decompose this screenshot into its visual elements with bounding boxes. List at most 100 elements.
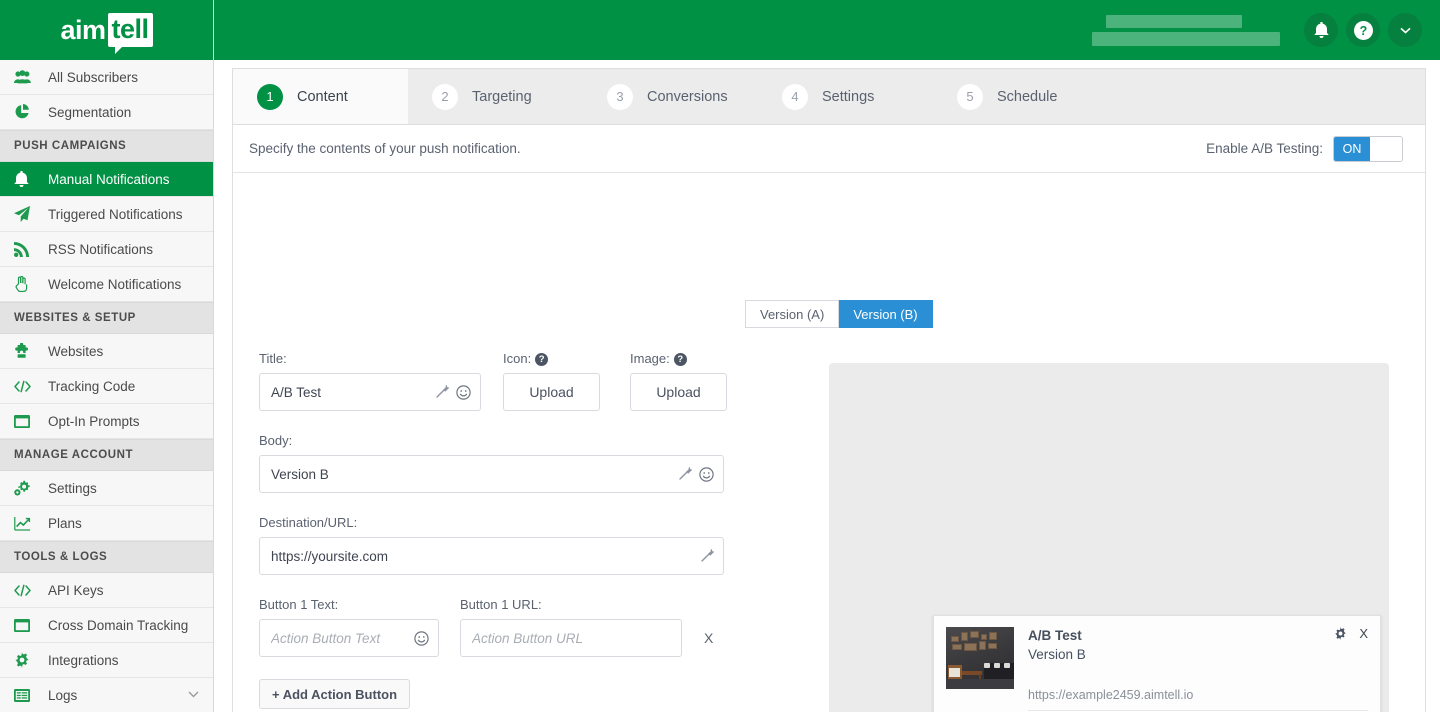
add-action-button[interactable]: + Add Action Button	[259, 679, 410, 709]
button1-url-input[interactable]	[461, 620, 681, 656]
sidebar-item-settings[interactable]: Settings	[0, 471, 213, 506]
preview-divider	[1028, 710, 1368, 711]
close-icon[interactable]: X	[1359, 626, 1368, 641]
magic-wand-icon[interactable]	[700, 549, 714, 563]
help-icon[interactable]: ?	[535, 353, 548, 366]
content-form: Title: Icon:? Upload	[259, 351, 779, 709]
tab-conversions[interactable]: 3 Conversions	[583, 69, 758, 124]
image-label: Image:?	[630, 351, 757, 366]
account-menu-button[interactable]	[1388, 13, 1422, 47]
title-field[interactable]	[259, 373, 481, 411]
gear-icon[interactable]	[1334, 627, 1347, 640]
button1-url-field[interactable]	[460, 619, 682, 657]
sidebar-item-websites[interactable]: Websites	[0, 334, 213, 369]
tab-settings[interactable]: 4 Settings	[758, 69, 933, 124]
notification-preview: X	[829, 363, 1389, 712]
tab-version-a[interactable]: Version (A)	[745, 300, 839, 328]
sidebar-item-label: Logs	[48, 688, 77, 703]
step-number: 5	[957, 84, 983, 110]
preview-notification-body: Version B	[1028, 645, 1368, 664]
icon-label: Icon:?	[503, 351, 630, 366]
preview-notification-card[interactable]: X	[933, 615, 1381, 712]
sidebar-item-label: Manual Notifications	[48, 172, 170, 187]
title-icon-image-row: Title: Icon:? Upload	[259, 351, 779, 411]
instruction-bar: Specify the contents of your push notifi…	[233, 125, 1425, 173]
step-number: 1	[257, 84, 283, 110]
notifications-button[interactable]	[1304, 13, 1338, 47]
sidebar-section-tools-logs: TOOLS & LOGS	[0, 541, 213, 573]
sidebar-item-label: Cross Domain Tracking	[48, 618, 188, 633]
sidebar-item-triggered-notifications[interactable]: Triggered Notifications	[0, 197, 213, 232]
sidebar-item-label: Plans	[48, 516, 82, 531]
emoji-icon[interactable]	[414, 631, 429, 646]
button1-url-group: Button 1 URL:	[460, 597, 682, 657]
sidebar-item-label: Settings	[48, 481, 97, 496]
ab-testing-label: Enable A/B Testing:	[1206, 141, 1323, 156]
step-number: 4	[782, 84, 808, 110]
window-icon	[14, 619, 38, 632]
button1-text-label: Button 1 Text:	[259, 597, 439, 612]
step-label: Schedule	[997, 89, 1057, 105]
tab-version-b[interactable]: Version (B)	[839, 300, 932, 328]
button1-text-group: Button 1 Text:	[259, 597, 439, 657]
sidebar-item-label: Tracking Code	[48, 379, 135, 394]
step-label: Settings	[822, 89, 874, 105]
emoji-icon[interactable]	[699, 467, 714, 482]
image-upload-button[interactable]: Upload	[630, 373, 727, 411]
sidebar-item-integrations[interactable]: Integrations	[0, 643, 213, 678]
logo-mark: aim tell	[60, 13, 152, 47]
brand-logo[interactable]: aim tell	[0, 0, 213, 60]
button1-text-field[interactable]	[259, 619, 439, 657]
top-bar: ?	[214, 0, 1440, 60]
sidebar-item-label: All Subscribers	[48, 70, 138, 85]
chevron-down-icon[interactable]	[188, 689, 199, 701]
url-field-icons	[700, 538, 714, 574]
sidebar-item-logs[interactable]: Logs	[0, 678, 213, 712]
sidebar-item-cross-domain-tracking[interactable]: Cross Domain Tracking	[0, 608, 213, 643]
ab-testing-control: Enable A/B Testing: ON	[1206, 136, 1403, 162]
content-body: Version (A) Version (B) Title:	[233, 173, 1425, 712]
destination-url-group: Destination/URL:	[259, 515, 724, 575]
users-icon	[14, 70, 38, 84]
sidebar-item-label: Triggered Notifications	[48, 207, 183, 222]
body-input[interactable]	[260, 456, 723, 492]
sidebar-item-opt-in-prompts[interactable]: Opt-In Prompts	[0, 404, 213, 439]
magic-wand-icon[interactable]	[435, 385, 449, 399]
sidebar-item-label: Segmentation	[48, 105, 131, 120]
emoji-icon[interactable]	[456, 385, 471, 400]
destination-url-input[interactable]	[260, 538, 723, 574]
body-field[interactable]	[259, 455, 724, 493]
sidebar-item-welcome-notifications[interactable]: Welcome Notifications	[0, 267, 213, 302]
main-area: ? 1 Content 2 Targeting 3 Conversions	[214, 0, 1440, 712]
bell-icon	[1314, 22, 1329, 38]
sidebar-item-all-subscribers[interactable]: All Subscribers	[0, 60, 213, 95]
remove-action-button[interactable]: X	[704, 630, 713, 646]
question-circle-icon: ?	[1354, 21, 1373, 40]
help-icon[interactable]: ?	[674, 353, 687, 366]
destination-url-field[interactable]	[259, 537, 724, 575]
tab-content[interactable]: 1 Content	[233, 69, 408, 124]
sidebar-item-manual-notifications[interactable]: Manual Notifications	[0, 162, 213, 197]
step-number: 3	[607, 84, 633, 110]
list-icon	[14, 689, 38, 702]
ab-testing-toggle[interactable]: ON	[1333, 136, 1403, 162]
magic-wand-icon[interactable]	[678, 467, 692, 481]
button1-text-input[interactable]	[260, 620, 438, 656]
chevron-down-icon	[1400, 27, 1411, 34]
preview-notification-text: A/B Test Version B https://example2459.a…	[1028, 627, 1368, 711]
sidebar-item-segmentation[interactable]: Segmentation	[0, 95, 213, 130]
body-field-icons	[678, 456, 714, 492]
svg-text:?: ?	[1359, 24, 1367, 38]
version-tabs: Version (A) Version (B)	[745, 300, 933, 328]
instruction-text: Specify the contents of your push notifi…	[249, 141, 521, 156]
sidebar-section-push-campaigns: PUSH CAMPAIGNS	[0, 130, 213, 162]
tab-targeting[interactable]: 2 Targeting	[408, 69, 583, 124]
help-button[interactable]: ?	[1346, 13, 1380, 47]
sidebar-item-api-keys[interactable]: API Keys	[0, 573, 213, 608]
sidebar-item-tracking-code[interactable]: Tracking Code	[0, 369, 213, 404]
icon-upload-button[interactable]: Upload	[503, 373, 600, 411]
sidebar-item-plans[interactable]: Plans	[0, 506, 213, 541]
image-field-group: Image:? Upload	[630, 351, 757, 411]
tab-schedule[interactable]: 5 Schedule	[933, 69, 1108, 124]
sidebar-item-rss-notifications[interactable]: RSS Notifications	[0, 232, 213, 267]
